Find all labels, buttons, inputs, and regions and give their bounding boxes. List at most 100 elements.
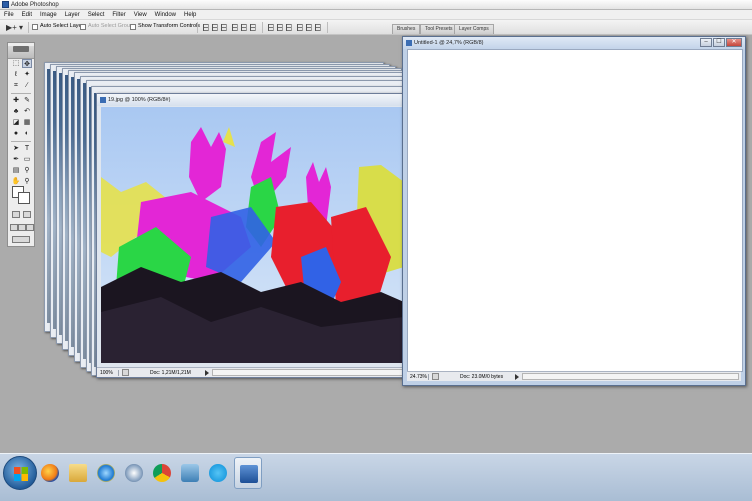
options-bar: ▶+ ▾ Auto Select Layer Auto Select Group… — [0, 20, 752, 35]
menu-select[interactable]: Select — [84, 12, 109, 18]
background-color-swatch[interactable] — [18, 192, 30, 204]
type-tool-icon[interactable]: T — [22, 144, 32, 153]
align-horizontal-center-icon[interactable] — [241, 24, 247, 31]
app-title: Adobe Photoshop — [11, 1, 59, 8]
horizontal-scrollbar[interactable] — [212, 369, 403, 376]
document-icon — [406, 40, 412, 46]
gradient-tool-icon[interactable]: ▦ — [22, 118, 32, 127]
photo-zoom-level[interactable]: 100% — [97, 369, 119, 376]
taskbar-photoshop[interactable] — [234, 457, 262, 489]
distribute-bottom-icon[interactable] — [286, 24, 292, 31]
crop-tool-icon[interactable]: ⌗ — [11, 81, 21, 90]
menu-window[interactable]: Window — [151, 12, 180, 18]
taskbar-firefox[interactable] — [36, 457, 64, 489]
taskbar-chrome[interactable] — [148, 457, 176, 489]
distribute-top-icon[interactable] — [268, 24, 274, 31]
windows-taskbar — [0, 453, 752, 501]
dodge-tool-icon[interactable]: ◐ — [22, 129, 32, 138]
zoom-options-icon[interactable] — [432, 373, 439, 380]
toolbox-grip[interactable] — [8, 46, 34, 59]
taskbar-internet-explorer[interactable] — [92, 457, 120, 489]
auto-select-groups-checkbox[interactable] — [80, 24, 86, 30]
status-menu-arrow-icon[interactable] — [515, 373, 519, 380]
skype-icon — [209, 464, 227, 482]
auto-select-layer-checkbox[interactable] — [32, 24, 38, 30]
magic-wand-tool-icon[interactable]: ✦ — [22, 70, 32, 79]
taskbar-media-player[interactable] — [120, 457, 148, 489]
tab-layer-comps[interactable]: Layer Comps — [454, 24, 494, 34]
untitled-document-window[interactable]: Untitled-1 @ 24,7% (RGB/8) ‒ ☐ ✕ 24.73% … — [402, 36, 746, 386]
minimize-button[interactable]: ‒ — [700, 38, 712, 47]
distribute-hcenter-icon[interactable] — [306, 24, 312, 31]
quick-mask-mode-button[interactable] — [23, 211, 31, 218]
marquee-tool-icon[interactable]: ⬚ — [11, 59, 21, 68]
show-transform-controls-checkbox[interactable] — [130, 24, 136, 30]
photo-canvas[interactable] — [101, 107, 404, 363]
taskbar-network[interactable] — [176, 457, 204, 489]
tab-brushes[interactable]: Brushes — [392, 24, 421, 34]
menu-file[interactable]: File — [0, 12, 18, 18]
eraser-tool-icon[interactable]: ◪ — [11, 118, 21, 127]
options-separator — [262, 22, 263, 33]
full-screen-mode-button[interactable] — [26, 224, 34, 231]
menu-image[interactable]: Image — [36, 12, 61, 18]
eyedropper-tool-icon[interactable]: ⚲ — [22, 166, 32, 175]
menu-bar: File Edit Image Layer Select Filter View… — [0, 10, 752, 20]
menu-filter[interactable]: Filter — [108, 12, 129, 18]
distribute-right-icon[interactable] — [315, 24, 321, 31]
notes-tool-icon[interactable]: ▤ — [11, 166, 21, 175]
photo-window-title-bar[interactable]: 19.jpg @ 100% (RGB/8#) — [97, 94, 405, 106]
brush-tool-icon[interactable]: ✎ — [22, 96, 32, 105]
toolbox-separator — [11, 141, 31, 142]
slice-tool-icon[interactable]: ∕ — [22, 81, 32, 90]
align-left-icon[interactable] — [232, 24, 238, 31]
network-icon — [181, 464, 199, 482]
align-vertical-center-icon[interactable] — [212, 24, 218, 31]
untitled-canvas[interactable] — [407, 49, 743, 372]
distribute-left-icon[interactable] — [297, 24, 303, 31]
chrome-icon — [153, 464, 171, 482]
photoshop-app-icon — [2, 1, 9, 8]
distribute-center-icon[interactable] — [277, 24, 283, 31]
tab-tool-presets[interactable]: Tool Presets — [420, 24, 458, 34]
standard-screen-mode-button[interactable] — [10, 224, 18, 231]
path-selection-tool-icon[interactable]: ➤ — [11, 144, 21, 153]
lasso-tool-icon[interactable]: ℓ — [11, 70, 21, 79]
move-tool-icon[interactable]: ✥ — [22, 59, 32, 68]
menu-view[interactable]: View — [130, 12, 151, 18]
status-menu-arrow-icon[interactable] — [205, 369, 209, 376]
standard-mode-button[interactable] — [12, 211, 20, 218]
align-right-icon[interactable] — [250, 24, 256, 31]
untitled-window-title-bar[interactable]: Untitled-1 @ 24,7% (RGB/8) ‒ ☐ ✕ — [403, 37, 745, 49]
align-bottom-icon[interactable] — [221, 24, 227, 31]
full-screen-menu-mode-button[interactable] — [18, 224, 26, 231]
zoom-tool-icon[interactable]: ⚲ — [22, 177, 32, 186]
menu-help[interactable]: Help — [180, 12, 200, 18]
maximize-button[interactable]: ☐ — [713, 38, 725, 47]
hand-tool-icon[interactable]: ✋ — [11, 177, 21, 186]
align-top-icon[interactable] — [203, 24, 209, 31]
history-brush-tool-icon[interactable]: ↶ — [22, 107, 32, 116]
photo-document-window[interactable]: 19.jpg @ 100% (RGB/8#) 100% Doc: 1,21M/1… — [96, 93, 406, 378]
untitled-zoom-level[interactable]: 24.73% — [407, 373, 429, 380]
menu-edit[interactable]: Edit — [18, 12, 36, 18]
blur-tool-icon[interactable]: ● — [11, 129, 21, 138]
tool-preset-picker[interactable]: ▶+ ▾ — [6, 23, 26, 32]
clone-stamp-tool-icon[interactable]: ♣ — [11, 107, 21, 116]
close-button[interactable]: ✕ — [726, 38, 742, 47]
start-button[interactable] — [3, 456, 37, 490]
horizontal-scrollbar[interactable] — [522, 373, 739, 380]
taskbar-skype[interactable] — [204, 457, 232, 489]
toolbox-separator — [11, 93, 31, 94]
options-separator — [327, 22, 328, 33]
taskbar-file-explorer[interactable] — [64, 457, 92, 489]
menu-layer[interactable]: Layer — [61, 12, 84, 18]
crowd-silhouettes-image — [101, 107, 404, 363]
pen-tool-icon[interactable]: ✒ — [11, 155, 21, 164]
window-controls: ‒ ☐ ✕ — [699, 38, 742, 47]
jump-to-imageready-button[interactable] — [12, 236, 30, 243]
options-separator — [197, 22, 198, 33]
healing-brush-tool-icon[interactable]: ✚ — [11, 96, 21, 105]
zoom-options-icon[interactable] — [122, 369, 129, 376]
shape-tool-icon[interactable]: ▭ — [22, 155, 32, 164]
